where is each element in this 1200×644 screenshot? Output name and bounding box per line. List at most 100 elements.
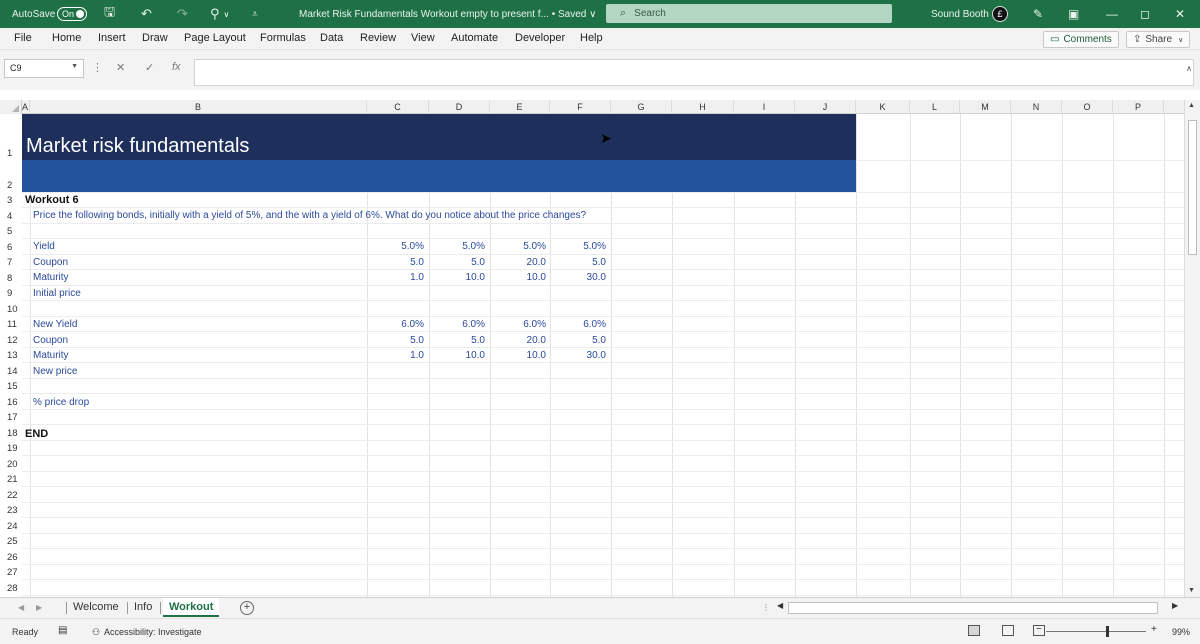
column-header-e[interactable]: E — [490, 100, 550, 114]
close-icon[interactable]: ✕ — [1175, 7, 1185, 21]
column-header-o[interactable]: O — [1062, 100, 1113, 114]
label-yield[interactable]: Yield — [33, 241, 55, 252]
column-header-m[interactable]: M — [960, 100, 1011, 114]
enter-icon[interactable]: ✓ — [145, 61, 154, 74]
touch-mode-icon[interactable]: ⚲ — [210, 6, 220, 22]
column-header-i[interactable]: I — [734, 100, 795, 114]
row-header-8[interactable]: 8 — [0, 269, 22, 285]
block2-cell[interactable]: 30.0 — [556, 350, 606, 361]
vertical-scrollbar[interactable]: ▲ ▼ — [1184, 100, 1200, 597]
vertical-scroll-thumb[interactable] — [1188, 120, 1197, 255]
avatar[interactable]: £ — [992, 6, 1008, 22]
tab-automate[interactable]: Automate — [451, 32, 498, 44]
macro-icon[interactable]: ▤ — [58, 625, 67, 636]
block1-cell[interactable]: 5.0% — [435, 241, 485, 252]
row-header-23[interactable]: 23 — [0, 502, 22, 517]
block2-cell[interactable]: 20.0 — [496, 335, 546, 346]
label-new-yield[interactable]: New Yield — [33, 319, 77, 330]
row-header-12[interactable]: 12 — [0, 331, 22, 347]
name-box[interactable]: C9 ▼ — [4, 59, 84, 78]
row-header-20[interactable]: 20 — [0, 455, 22, 471]
page-layout-view-icon[interactable] — [1002, 625, 1014, 636]
zoom-slider-knob[interactable] — [1106, 626, 1109, 637]
more-options-icon[interactable]: ⋮ — [92, 61, 103, 74]
block1-cell[interactable]: 5.0% — [374, 241, 424, 252]
row-header-18[interactable]: 18 — [0, 424, 22, 440]
block2-cell[interactable]: 5.0 — [374, 335, 424, 346]
pen-icon[interactable]: ✎ — [1033, 7, 1043, 21]
column-header-a[interactable]: A — [22, 100, 30, 114]
row-header-26[interactable]: 26 — [0, 548, 22, 564]
touch-mode-dropdown-icon[interactable]: ∨ — [224, 10, 230, 19]
zoom-out-icon[interactable]: − — [1036, 624, 1042, 635]
block1-cell[interactable]: 5.0% — [496, 241, 546, 252]
row-header-1[interactable]: 1 — [0, 114, 22, 160]
tab-data[interactable]: Data — [320, 32, 343, 44]
block1-cell[interactable]: 5.0% — [556, 241, 606, 252]
tab-developer[interactable]: Developer — [515, 32, 565, 44]
prev-sheet-icon[interactable]: ◀ — [18, 603, 24, 612]
comments-button[interactable]: ▭ Comments — [1043, 31, 1119, 48]
scroll-left-icon[interactable]: ◀ — [777, 601, 783, 610]
block1-cell[interactable]: 10.0 — [435, 272, 485, 283]
tab-page-layout[interactable]: Page Layout — [184, 32, 246, 44]
row-header-28[interactable]: 28 — [0, 579, 22, 595]
cancel-icon[interactable]: ✕ — [116, 61, 125, 74]
save-icon[interactable]: 🖫 — [104, 3, 115, 25]
normal-view-icon[interactable] — [968, 625, 980, 636]
label-price-drop[interactable]: % price drop — [33, 397, 89, 408]
row-header-4[interactable]: 4 — [0, 207, 22, 223]
block1-cell[interactable]: 1.0 — [374, 272, 424, 283]
row-header-2[interactable]: 2 — [0, 160, 22, 192]
spreadsheet-grid[interactable]: ABCDEFGHIJKLMNOP 1 2 3 4 5 6 7 8 9 10 11 12 13 14 15 16… — [0, 100, 1184, 597]
label-initial-price[interactable]: Initial price — [33, 288, 81, 299]
label-coupon-2[interactable]: Coupon — [33, 335, 68, 346]
horizontal-scrollbar[interactable] — [788, 602, 1158, 614]
tab-file[interactable]: File — [14, 32, 32, 44]
row-header-10[interactable]: 10 — [0, 300, 22, 316]
minimize-icon[interactable]: — — [1106, 7, 1118, 21]
block2-cell[interactable]: 1.0 — [374, 350, 424, 361]
block1-cell[interactable]: 5.0 — [556, 257, 606, 268]
formula-input[interactable] — [194, 59, 1194, 86]
redo-icon[interactable]: ↷ — [177, 6, 188, 22]
column-header-l[interactable]: L — [910, 100, 960, 114]
column-header-b[interactable]: B — [30, 100, 367, 114]
block2-cell[interactable]: 5.0 — [435, 335, 485, 346]
row-header-24[interactable]: 24 — [0, 517, 22, 533]
column-header-h[interactable]: H — [672, 100, 734, 114]
row-header-15[interactable]: 15 — [0, 378, 22, 393]
row-header-7[interactable]: 7 — [0, 254, 22, 269]
restore-icon[interactable]: ◻ — [1140, 7, 1150, 21]
tab-review[interactable]: Review — [360, 32, 396, 44]
row-header-6[interactable]: 6 — [0, 238, 22, 254]
chevron-down-icon[interactable]: ▼ — [71, 63, 78, 70]
column-header-g[interactable]: G — [611, 100, 672, 114]
row-header-11[interactable]: 11 — [0, 316, 22, 331]
zoom-slider[interactable] — [1046, 626, 1146, 637]
column-header-p[interactable]: P — [1113, 100, 1164, 114]
scroll-right-icon[interactable]: ▶ — [1172, 601, 1178, 610]
autosave-toggle[interactable]: On — [57, 7, 87, 21]
block1-cell[interactable]: 5.0 — [435, 257, 485, 268]
chevron-up-icon[interactable]: ∧ — [1186, 64, 1192, 73]
zoom-in-icon[interactable]: + — [1151, 624, 1157, 635]
tab-view[interactable]: View — [411, 32, 435, 44]
block2-cell[interactable]: 6.0% — [374, 319, 424, 330]
workout-heading[interactable]: Workout 6 — [25, 194, 79, 206]
user-name[interactable]: Sound Booth — [931, 9, 989, 20]
sheet-title[interactable]: Market risk fundamentals — [26, 135, 249, 158]
row-header-14[interactable]: 14 — [0, 362, 22, 378]
block2-cell[interactable]: 6.0% — [556, 319, 606, 330]
block2-cell[interactable]: 10.0 — [496, 350, 546, 361]
label-coupon[interactable]: Coupon — [33, 257, 68, 268]
row-header-25[interactable]: 25 — [0, 533, 22, 548]
row-header-22[interactable]: 22 — [0, 486, 22, 502]
label-new-price[interactable]: New price — [33, 366, 77, 377]
column-header-f[interactable]: F — [550, 100, 611, 114]
row-header-19[interactable]: 19 — [0, 440, 22, 455]
block2-cell[interactable]: 6.0% — [496, 319, 546, 330]
block2-cell[interactable]: 6.0% — [435, 319, 485, 330]
ribbon-display-icon[interactable]: ▣ — [1068, 7, 1079, 21]
tab-insert[interactable]: Insert — [98, 32, 126, 44]
